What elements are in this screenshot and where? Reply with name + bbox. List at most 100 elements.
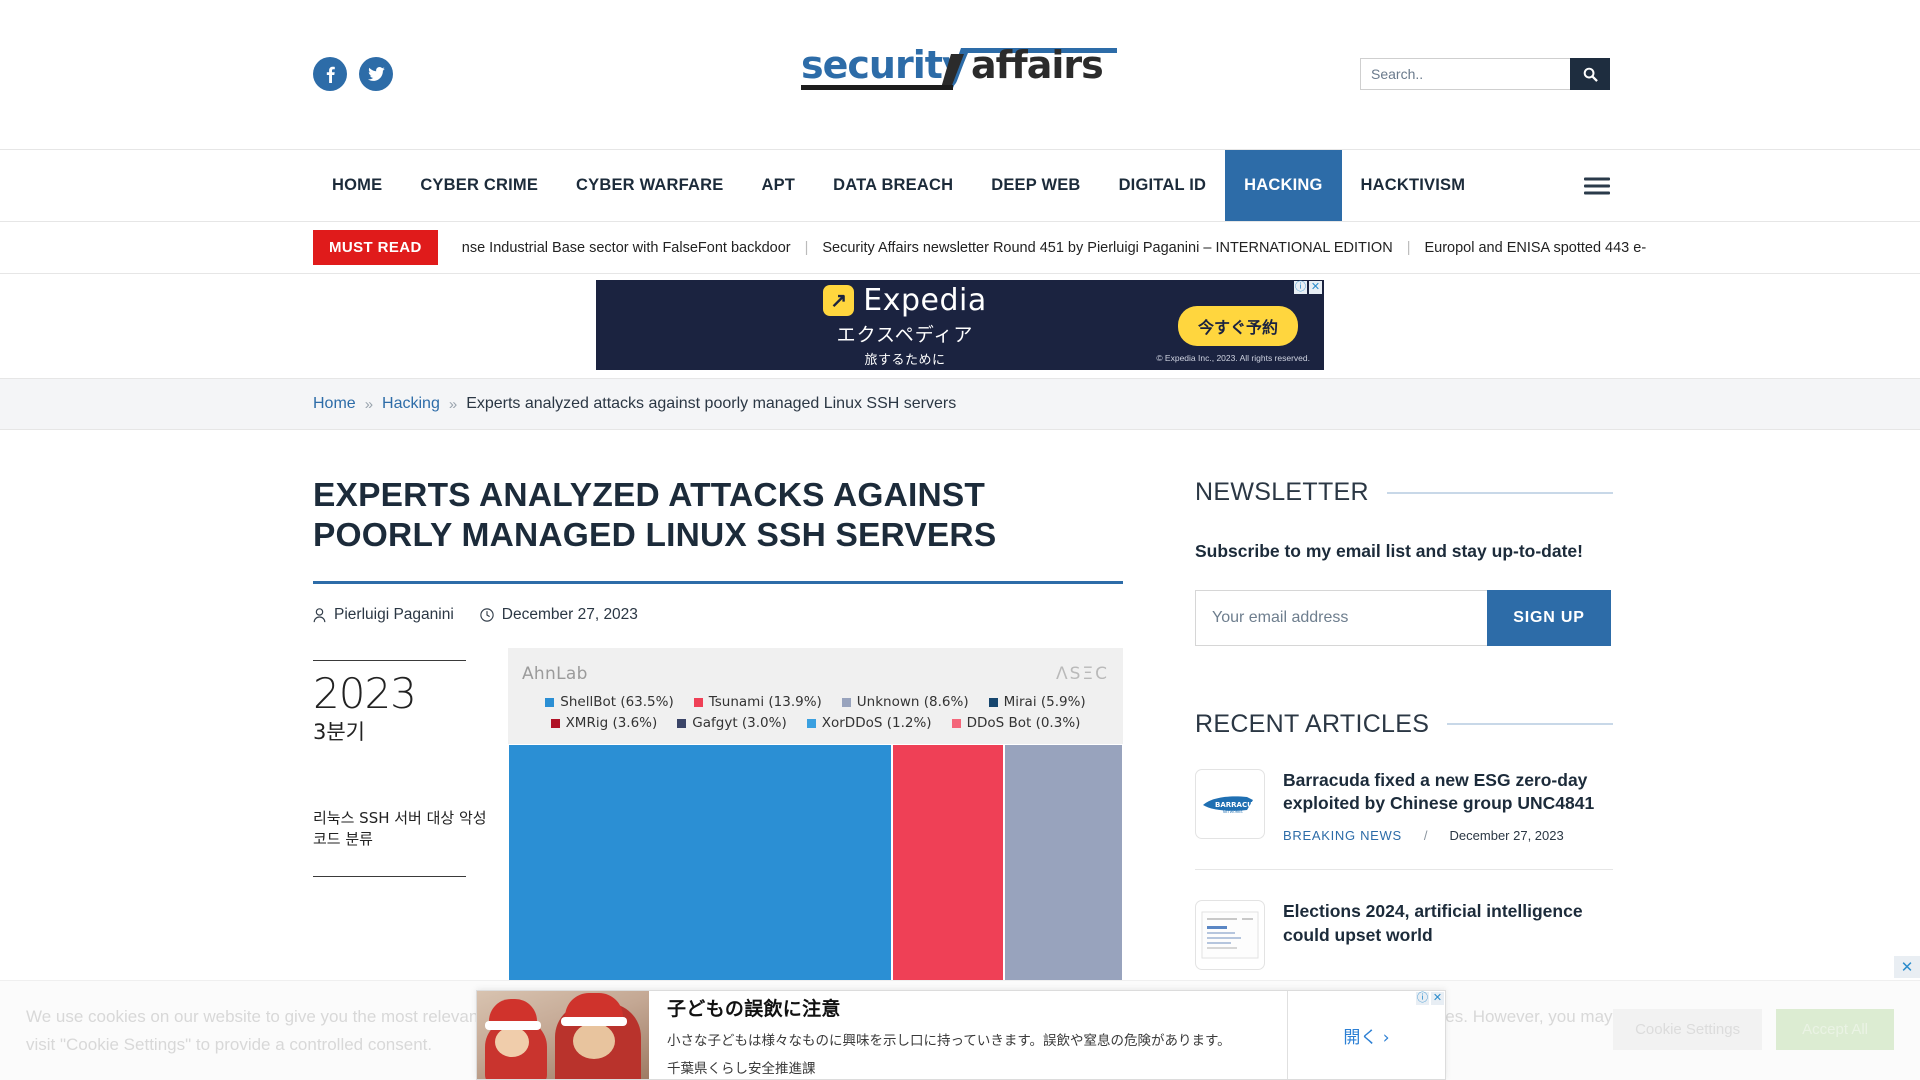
legend-swatch (988, 697, 998, 707)
article-author-name: Pierluigi Paganini (334, 606, 454, 624)
article-author[interactable]: Pierluigi Paganini (313, 606, 454, 624)
meta-separator: / (1423, 828, 1428, 844)
email-field[interactable] (1195, 589, 1487, 646)
twitter-icon[interactable] (359, 57, 393, 91)
ticker-item[interactable]: Security Affairs newsletter Round 451 by… (808, 240, 1406, 256)
twitter-glyph (367, 67, 385, 81)
breadcrumb-section[interactable]: Hacking (382, 395, 440, 413)
ticker-track: nse Industrial Base sector with FalseFon… (448, 240, 1660, 256)
hamburger-bar (1584, 184, 1610, 187)
security-affairs-logo: security affairs (801, 44, 1117, 90)
figure-rule-bottom (313, 876, 466, 878)
recent-articles-list: BARRACUDANETWORKS Barracuda fixed a new E… (1195, 768, 1613, 971)
hamburger-bar (1584, 177, 1610, 180)
bottom-ad-overlay[interactable]: 子どもの誤飲に注意 小さな子どもは様々なものに興味を示し口に持っていきます。誤飲… (476, 990, 1446, 1080)
ad-info-icon[interactable]: ⓘ (1294, 281, 1307, 294)
newsletter-header: NEWSLETTER (1195, 478, 1613, 507)
legend-label: Gafgyt (3.0%) (692, 715, 787, 732)
nav-item-cyber-crime[interactable]: CYBER CRIME (401, 150, 557, 221)
legend-swatch (841, 697, 851, 707)
breadcrumb-home[interactable]: Home (313, 395, 356, 413)
nav-item-data-breach[interactable]: DATA BREACH (814, 150, 972, 221)
legend-swatch (545, 697, 555, 707)
legend-row: ShellBot (63.5%) Tsunami (13.9%) Unknown (… (522, 694, 1109, 710)
expedia-logo-icon: ↗ (823, 284, 855, 316)
legend-label: Tsunami (13.9%) (708, 694, 822, 711)
asec-logo: ΛSΞC (1055, 664, 1109, 685)
expedia-legal-text: © Expedia Inc., 2023. All rights reserve… (1156, 353, 1310, 363)
must-read-ticker: MUST READ nse Industrial Base sector wit… (0, 222, 1920, 274)
legend-swatch (693, 697, 703, 707)
expedia-cta-button[interactable]: 今すぐ予約 (1177, 306, 1298, 346)
ad-image-face (573, 1023, 615, 1059)
breadcrumb: Home » Hacking » Experts analyzed attack… (313, 395, 956, 413)
nav-item-home[interactable]: HOME (313, 150, 401, 221)
nav-item-hacking[interactable]: HACKING (1225, 150, 1342, 221)
legend-label: XMRig (3.6%) (565, 715, 658, 732)
chart-year: 2023 (313, 669, 417, 719)
article-meta: BREAKING NEWS / December 27, 2023 (1283, 828, 1613, 843)
legend-swatch (806, 718, 816, 728)
article-title-link[interactable]: Barracuda fixed a new ESG zero-day explo… (1283, 769, 1613, 816)
page-title: EXPERTS ANALYZED ATTACKS AGAINST POORLY … (313, 477, 997, 554)
legend-label: Unknown (8.6%) (856, 694, 969, 711)
social-links (313, 57, 393, 91)
ad-image-face (495, 1027, 529, 1057)
legend-item: Mirai (5.9%) (988, 694, 1086, 710)
nav-item-cyber-warfare[interactable]: CYBER WARFARE (557, 150, 742, 221)
article-thumbnail: BARRACUDANETWORKS (1195, 768, 1265, 839)
breadcrumb-separator: » (448, 395, 458, 413)
chart-legend: ShellBot (63.5%) Tsunami (13.9%) Unknown (… (508, 684, 1123, 744)
ad-open-button[interactable]: 開く › (1343, 1023, 1389, 1048)
search-input[interactable] (1360, 58, 1570, 90)
article-category[interactable]: BREAKING NEWS (1283, 828, 1402, 843)
site-logo[interactable]: security affairs (801, 44, 1119, 94)
ad-close-icon[interactable]: ✕ (1431, 992, 1444, 1005)
ad-choices-controls: ⓘ ✕ (1416, 992, 1444, 1005)
figure-rule-top (313, 660, 466, 662)
hamburger-icon[interactable] (1584, 173, 1610, 198)
expedia-jp-tagline: 旅するために (864, 351, 946, 367)
article-body: Elections 2024, artificial intelligence … (1283, 900, 1613, 970)
nav-item-deep-web[interactable]: DEEP WEB (972, 150, 1099, 221)
cookie-settings-button[interactable]: Cookie Settings (1613, 1009, 1763, 1050)
nav-item-hacktivism[interactable]: HACKTIVISM (1342, 150, 1485, 221)
title-divider (313, 581, 1123, 585)
expedia-brand-name: Expedia (863, 282, 987, 318)
heading-rule (1386, 491, 1613, 494)
facebook-icon[interactable] (313, 57, 347, 91)
ad-thumbnail-image (477, 991, 649, 1079)
legend-label: ShellBot (63.5%) (560, 694, 674, 711)
list-item[interactable]: BARRACUDANETWORKS Barracuda fixed a new E… (1195, 768, 1613, 843)
expedia-ad-content: ↗ Expedia エクスペディア 旅するために (823, 283, 986, 368)
accept-all-button[interactable]: Accept All (1776, 1009, 1894, 1050)
expedia-ad[interactable]: ↗ Expedia エクスペディア 旅するために 今すぐ予約 © Expedia… (596, 280, 1324, 370)
breadcrumb-bar: Home » Hacking » Experts analyzed attack… (0, 378, 1920, 430)
article-date: December 27, 2023 (1449, 828, 1564, 844)
ticker-item[interactable]: Europol and ENISA spotted 443 e- (1410, 240, 1660, 256)
ad-close-icon[interactable]: ✕ (1309, 281, 1322, 294)
heading-rule (1447, 723, 1613, 726)
hamburger-bar (1584, 191, 1610, 194)
ad-info-icon[interactable]: ⓘ (1416, 992, 1429, 1005)
cookie-buttons: Cookie Settings Accept All (1613, 1009, 1894, 1050)
site-header: security affairs (0, 0, 1920, 150)
legend-item: XMRig (3.6%) (550, 715, 658, 732)
article-thumb-icon (1201, 911, 1259, 959)
newsletter-heading: NEWSLETTER (1195, 478, 1369, 506)
search-icon (1583, 67, 1598, 82)
cookie-close-icon[interactable]: ✕ (1894, 956, 1920, 978)
search-button[interactable] (1570, 58, 1610, 90)
list-item[interactable]: Elections 2024, artificial intelligence … (1195, 900, 1613, 971)
ticker-item[interactable]: nse Industrial Base sector with FalseFon… (448, 240, 805, 256)
legend-row: XMRig (3.6%) Gafgyt (3.0%) XorDDoS (1.2%) D… (522, 715, 1109, 731)
legend-item: Gafgyt (3.0%) (677, 715, 787, 732)
article-thumbnail (1195, 900, 1265, 971)
nav-item-digital-id[interactable]: DIGITAL ID (1100, 150, 1226, 221)
recent-articles-header: RECENT ARTICLES (1195, 710, 1613, 739)
newsletter-form: SIGN UP (1195, 589, 1611, 646)
nav-item-apt[interactable]: APT (742, 150, 814, 221)
breadcrumb-separator: » (364, 395, 374, 413)
sign-up-button[interactable]: SIGN UP (1487, 589, 1611, 646)
article-title-link[interactable]: Elections 2024, artificial intelligence … (1283, 900, 1613, 947)
